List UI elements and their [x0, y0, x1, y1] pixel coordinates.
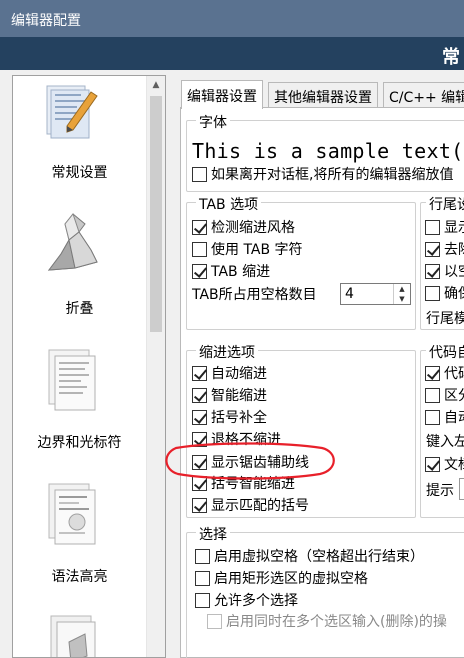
code-checkbox-1[interactable]	[425, 365, 440, 381]
code-option-3[interactable]: 自动	[425, 407, 464, 427]
code-option-1[interactable]: 代码	[425, 363, 464, 383]
multi-typing-checkbox[interactable]	[207, 613, 222, 629]
rect-virtual-space-option[interactable]: 启用矩形选区的虚拟空格	[195, 568, 368, 588]
tab-size-value[interactable]: 4	[345, 286, 354, 302]
code-checkbox-3[interactable]	[425, 409, 440, 425]
match-brackets-label: 显示匹配的括号	[211, 498, 309, 514]
code-label-1: 代码	[444, 366, 464, 382]
match-brackets-option[interactable]: 显示匹配的括号	[192, 495, 309, 515]
virtual-space-option[interactable]: 启用虚拟空格（空格超出行结束）	[195, 546, 424, 566]
detect-indent-checkbox[interactable]	[192, 219, 207, 235]
rect-virtual-space-label: 启用矩形选区的虚拟空格	[214, 571, 368, 587]
tab-cpp-editor[interactable]: C/C++ 编辑	[383, 82, 464, 107]
sidebar-item-label: 语法高亮	[51, 569, 108, 585]
tab-indent-label: TAB 缩进	[211, 264, 271, 280]
auto-indent-checkbox[interactable]	[192, 365, 207, 381]
window-title: 编辑器配置	[11, 13, 81, 29]
hint-label: 提示	[426, 483, 454, 499]
scroll-thumb[interactable]	[150, 96, 162, 332]
doc-checkbox[interactable]	[425, 456, 440, 472]
code-label-2: 区分	[444, 388, 464, 404]
general-settings-icon	[46, 85, 98, 139]
sidebar-scrollbar[interactable]: ▲	[146, 76, 165, 657]
eol-label-3: 以空	[444, 264, 464, 280]
use-tab-char-checkbox[interactable]	[192, 241, 207, 257]
doc-option[interactable]: 文档	[425, 454, 464, 474]
use-tab-char-option[interactable]: 使用 TAB 字符	[192, 239, 303, 259]
smart-indent-option[interactable]: 智能缩进	[192, 385, 267, 405]
eol-option-3[interactable]: 以空	[425, 261, 464, 281]
bracket-complete-checkbox[interactable]	[192, 409, 207, 425]
tab-indent-option[interactable]: TAB 缩进	[192, 261, 270, 281]
multi-typing-option[interactable]: 启用同时在多个选区输入(删除)的操	[207, 611, 447, 631]
sidebar-item-label: 边界和光标符	[37, 435, 122, 451]
code-completion-title: 代码自	[426, 342, 464, 362]
eol-checkbox-1[interactable]	[425, 219, 440, 235]
eol-group-title: 行尾设	[426, 194, 464, 214]
eol-mode-label: 行尾模	[426, 311, 464, 327]
indent-options-title: 缩进选项	[196, 342, 258, 362]
highlight-annotation	[165, 442, 335, 480]
tab-size-label: TAB所占用空格数目	[192, 287, 317, 303]
tab-other-editor-settings[interactable]: 其他编辑器设置	[268, 82, 378, 107]
rect-virtual-space-checkbox[interactable]	[195, 570, 210, 586]
font-sample-text[interactable]: This is a sample text(E	[192, 139, 464, 163]
tab-options-title: TAB 选项	[196, 194, 262, 214]
eol-option-1[interactable]: 显示	[425, 217, 464, 237]
tab-indent-checkbox[interactable]	[192, 263, 207, 279]
eol-label-2: 去除	[444, 242, 464, 258]
multi-select-label: 允许多个选择	[214, 593, 298, 609]
eol-checkbox-2[interactable]	[425, 241, 440, 257]
spin-down-icon[interactable]: ▼	[394, 294, 410, 304]
eol-option-4[interactable]: 确保	[425, 283, 464, 303]
document-icon	[50, 615, 96, 657]
virtual-space-checkbox[interactable]	[195, 548, 210, 564]
font-group-title: 字体	[196, 112, 230, 132]
sidebar-item-label: 常规设置	[51, 165, 108, 181]
multi-typing-label: 启用同时在多个选区输入(删除)的操	[226, 614, 447, 630]
window-titlebar: 编辑器配置	[0, 0, 464, 37]
hint-field[interactable]	[459, 478, 464, 500]
section-header-title: 常	[442, 47, 460, 68]
category-sidebar[interactable]: 常规设置 折叠 边界和光标符 语法高亮 ▲	[12, 75, 166, 658]
eol-option-2[interactable]: 去除	[425, 239, 464, 259]
eol-label-1: 显示	[444, 220, 464, 236]
virtual-space-label: 启用虚拟空格（空格超出行结束）	[214, 549, 424, 565]
smart-indent-checkbox[interactable]	[192, 387, 207, 403]
zoom-all-editors-option[interactable]: 如果离开对话框,将所有的编辑器缩放值	[192, 164, 453, 184]
auto-indent-option[interactable]: 自动缩进	[192, 363, 267, 383]
zoom-all-editors-label: 如果离开对话框,将所有的编辑器缩放值	[211, 167, 454, 183]
scroll-up-icon[interactable]: ▲	[147, 76, 165, 94]
eol-label-4: 确保	[444, 286, 464, 302]
eol-checkbox-3[interactable]	[425, 263, 440, 279]
smart-indent-label: 智能缩进	[211, 388, 267, 404]
tab-size-stepper[interactable]: 4 ▲ ▼	[340, 283, 411, 305]
bracket-complete-label: 括号补全	[211, 410, 267, 426]
sidebar-item-label: 折叠	[65, 301, 94, 317]
selection-group-title: 选择	[196, 524, 230, 544]
multi-select-option[interactable]: 允许多个选择	[195, 590, 298, 610]
syntax-highlight-icon	[48, 483, 96, 545]
match-brackets-checkbox[interactable]	[192, 497, 207, 513]
doc-label: 文档	[444, 457, 464, 473]
eol-checkbox-4[interactable]	[425, 285, 440, 301]
multi-select-checkbox[interactable]	[195, 592, 210, 608]
spin-up-icon[interactable]: ▲	[394, 284, 410, 294]
key-label: 键入左	[426, 434, 464, 450]
zoom-all-editors-checkbox[interactable]	[192, 166, 207, 182]
code-checkbox-2[interactable]	[425, 387, 440, 403]
margins-caret-icon	[48, 349, 96, 411]
bracket-complete-option[interactable]: 括号补全	[192, 407, 267, 427]
use-tab-char-label: 使用 TAB 字符	[211, 242, 303, 258]
section-header: 常	[0, 37, 464, 70]
auto-indent-label: 自动缩进	[211, 366, 267, 382]
detect-indent-label: 检测缩进风格	[211, 220, 295, 236]
code-label-3: 自动	[444, 410, 464, 426]
code-option-2[interactable]: 区分	[425, 385, 464, 405]
folding-icon	[47, 212, 98, 271]
detect-indent-option[interactable]: 检测缩进风格	[192, 217, 295, 237]
tab-editor-settings[interactable]: 编辑器设置	[181, 80, 263, 109]
